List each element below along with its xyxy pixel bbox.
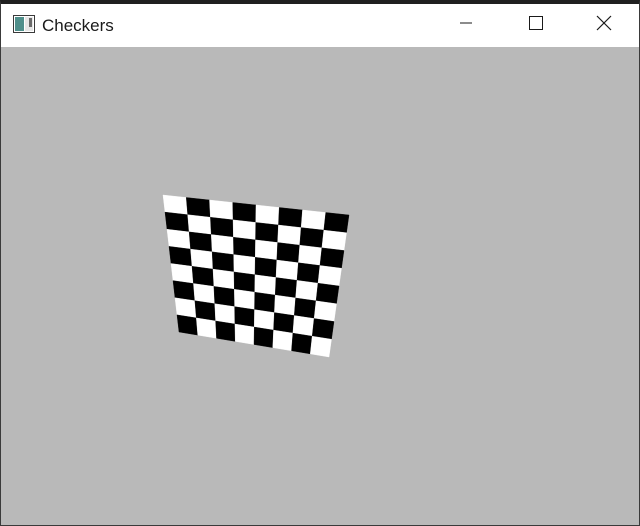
board-square-dark [254,257,278,278]
board-square-light [255,239,278,261]
board-square-dark [234,306,255,328]
board-square-dark [176,314,198,336]
board-square-light [187,214,212,235]
board-square-light [295,280,319,302]
board-square-light [254,274,277,296]
board-square-light [166,229,191,250]
board-square-dark [255,222,279,243]
minimize-button[interactable] [431,4,501,47]
board-square-light [255,204,280,226]
board-square-dark [319,247,345,269]
board-square-dark [233,271,256,293]
board-square-light [321,229,347,251]
board-square-dark [215,320,236,342]
board-square-light [274,294,296,316]
board-square-light [232,219,256,241]
board-square-light [212,268,235,290]
board-square-light [214,303,236,325]
window-title: Checkers [42,16,114,35]
board-square-light [298,244,323,266]
board-square-light [275,259,299,281]
checkerboard [162,194,350,358]
board-square-dark [194,300,216,322]
board-square-dark [294,297,317,319]
board-square-dark [254,291,276,313]
board-square-dark [296,262,321,284]
app-window: Checkers [0,0,640,526]
board-square-dark [188,231,213,253]
board-square-dark [191,266,215,287]
board-square-dark [211,251,235,273]
board-square-dark [299,227,325,249]
board-square-light [292,315,315,337]
board-square-dark [232,202,257,223]
board-square-light [300,209,326,231]
board-square-light [313,300,337,322]
board-square-dark [186,197,211,218]
close-button[interactable] [569,4,639,47]
board-square-dark [210,217,234,238]
board-square-dark [276,242,300,264]
board-square-light [233,254,256,275]
board-square-light [234,323,255,345]
board-square-dark [278,207,303,228]
board-square-light [209,199,234,221]
render-viewport[interactable] [1,47,639,525]
board-square-dark [273,312,295,334]
board-square-dark [213,286,235,307]
close-icon [596,15,612,36]
board-square-dark [168,246,193,267]
app-window-icon [13,15,35,33]
board-square-dark [164,211,190,233]
board-square-dark [233,236,256,258]
board-square-dark [315,282,340,304]
board-square-light [170,263,194,284]
minimize-icon [459,16,473,35]
board-square-light [272,329,294,351]
board-square-light [190,248,214,270]
board-square-light [211,234,234,255]
board-square-light [196,317,217,339]
board-square-dark [253,326,274,348]
board-square-light [277,224,302,246]
board-square-light [310,335,332,358]
board-square-light [317,265,342,287]
board-square-dark [291,332,313,355]
board-square-dark [323,212,350,233]
title-bar[interactable]: Checkers [1,4,639,47]
board-square-dark [274,277,298,299]
maximize-button[interactable] [501,4,571,47]
maximize-icon [528,15,544,36]
board-square-light [162,194,188,215]
board-square-light [254,309,275,331]
board-square-light [193,283,215,304]
board-square-light [234,289,255,310]
board-square-dark [311,318,335,340]
board-square-dark [172,280,196,301]
